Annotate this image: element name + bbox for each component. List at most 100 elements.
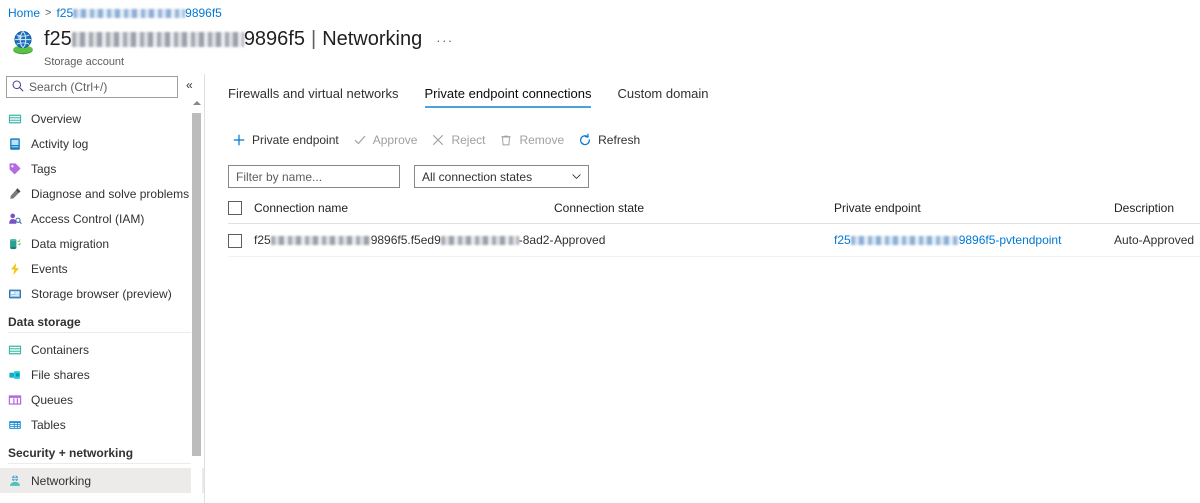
row-checkbox[interactable] <box>228 233 242 248</box>
table-header-row: Connection name Connection state Private… <box>228 200 1200 224</box>
private-endpoint-connections-table: Connection name Connection state Private… <box>228 200 1200 257</box>
scrollbar-thumb[interactable] <box>192 113 201 456</box>
select-all-header <box>228 200 254 224</box>
page-title-separator: | <box>310 28 317 50</box>
breadcrumb-current-resource[interactable]: f25 9896f5 <box>56 5 221 21</box>
sidebar-item-activity-log[interactable]: Activity log <box>0 131 205 156</box>
command-label: Approve <box>372 133 418 147</box>
breadcrumb-home-link[interactable]: Home <box>8 5 40 21</box>
sidebar-item-label: Tags <box>31 161 57 176</box>
sidebar-item-label: Networking <box>31 473 92 488</box>
sidebar-item-label: Access Control (IAM) <box>31 211 145 226</box>
select-all-checkbox[interactable] <box>228 200 242 215</box>
check-icon <box>354 135 366 145</box>
tab-firewalls-and-virtual-networks[interactable]: Firewalls and virtual networks <box>228 86 399 108</box>
sidebar-item-data-migration[interactable]: Data migration <box>0 231 205 256</box>
sidebar-item-containers[interactable]: Containers <box>0 337 205 362</box>
private-endpoint-prefix: f25 <box>834 233 851 248</box>
more-options-button[interactable]: ··· <box>436 33 454 48</box>
sidebar-item-label: Diagnose and solve problems <box>31 186 190 201</box>
column-header-description[interactable]: Description <box>1114 200 1200 224</box>
table-row[interactable]: f25 9896f5.f5ed9 -8ad2-387... Approved f25… <box>228 223 1200 257</box>
page-title-section: Networking <box>322 28 423 50</box>
command-label: Reject <box>451 133 486 147</box>
access-control-icon <box>9 213 22 224</box>
sidebar-item-storage-browser[interactable]: Storage browser (preview) <box>0 281 205 306</box>
events-icon <box>10 262 20 275</box>
sidebar-item-diagnose-and-solve-problems[interactable]: Diagnose and solve problems <box>0 181 205 206</box>
page-title: f25 9896f5 | Networking <box>44 26 422 52</box>
breadcrumb-redacted-segment <box>73 8 186 18</box>
sidebar-scrollbar[interactable] <box>191 96 202 503</box>
storage-account-icon <box>13 30 33 55</box>
private-endpoint-suffix: 9896f5-pvtendpoint <box>958 233 1062 248</box>
sidebar-item-queues[interactable]: Queues <box>0 387 205 412</box>
scroll-up-arrow-icon[interactable] <box>191 96 202 109</box>
cell-connection-state: Approved <box>554 223 834 257</box>
diagnose-icon <box>10 187 21 199</box>
activity-log-icon <box>10 137 20 150</box>
page-title-redacted-segment <box>71 31 244 47</box>
filter-by-name-input[interactable] <box>228 165 400 188</box>
page-title-prefix: f25 <box>44 28 72 50</box>
breadcrumb-resource-suffix: 9896f5 <box>185 6 222 20</box>
connection-name-redacted-segment-1 <box>270 235 371 245</box>
filter-bar: All connection states <box>220 165 1200 188</box>
sidebar-section-divider <box>8 463 191 464</box>
queues-icon <box>8 394 22 405</box>
overview-icon <box>8 114 22 123</box>
data-migration-icon <box>10 238 21 249</box>
refresh-button[interactable]: Refresh <box>574 130 650 150</box>
tab-private-endpoint-connections[interactable]: Private endpoint connections <box>424 86 591 108</box>
sidebar-item-access-control-iam[interactable]: Access Control (IAM) <box>0 206 205 231</box>
sidebar-item-networking[interactable]: Networking <box>0 468 205 493</box>
connection-state-filter[interactable]: All connection states <box>414 165 589 188</box>
sidebar-item-label: Queues <box>31 392 74 407</box>
row-select-cell <box>228 223 254 257</box>
approve-button: Approve <box>349 130 428 150</box>
breadcrumb-resource-prefix: f25 <box>56 6 74 20</box>
tables-icon <box>9 420 21 429</box>
private-endpoint-link[interactable]: f25 9896f5-pvtendpoint <box>834 233 1061 247</box>
page-title-suffix: 9896f5 <box>243 28 305 50</box>
sidebar-item-label: Overview <box>31 111 82 126</box>
connection-state-selected-value: All connection states <box>422 169 533 184</box>
sidebar-section-divider <box>8 332 191 333</box>
sidebar-item-tags[interactable]: Tags <box>0 156 205 181</box>
sidebar-item-tables[interactable]: Tables <box>0 412 205 437</box>
sidebar-item-file-shares[interactable]: File shares <box>0 362 205 387</box>
sidebar-item-label: Activity log <box>31 136 89 151</box>
sidebar-section-title-data-storage: Data storage <box>8 315 81 329</box>
cell-private-endpoint: f25 9896f5-pvtendpoint <box>834 223 1114 257</box>
sidebar-item-label: Tables <box>31 417 66 432</box>
sidebar-item-label: Storage browser (preview) <box>31 286 172 301</box>
connection-name-mid: 9896f5.f5ed9 <box>370 233 441 248</box>
sidebar-section-title-security-networking: Security + networking <box>8 446 134 460</box>
cell-connection-name: f25 9896f5.f5ed9 -8ad2-387... <box>254 223 554 257</box>
tab-custom-domain[interactable]: Custom domain <box>617 86 708 108</box>
sidebar-nav-list: Overview Activity log Tags Diagnose and … <box>0 106 205 493</box>
command-label: Private endpoint <box>252 133 339 147</box>
sidebar-item-events[interactable]: Events <box>0 256 205 281</box>
refresh-icon <box>580 133 591 146</box>
private-endpoint-button[interactable]: Private endpoint <box>228 130 349 150</box>
command-label: Remove <box>519 133 565 147</box>
resource-menu-sidebar: Overview Activity log Tags <box>0 74 205 503</box>
sidebar-item-overview[interactable]: Overview <box>0 106 205 131</box>
connection-state-select[interactable]: All connection states <box>414 165 589 188</box>
column-header-connection-state[interactable]: Connection state <box>554 200 834 224</box>
remove-button: Remove <box>495 130 574 150</box>
sidebar-item-label: Data migration <box>31 236 110 251</box>
file-shares-icon <box>9 370 20 379</box>
breadcrumb: Home > f25 9896f5 <box>8 5 222 21</box>
column-header-private-endpoint[interactable]: Private endpoint <box>834 200 1114 224</box>
containers-icon <box>8 345 22 354</box>
breadcrumb-separator: > <box>45 7 52 19</box>
plus-icon <box>233 134 245 146</box>
collapse-sidebar-button[interactable]: « <box>186 79 193 91</box>
search-input[interactable] <box>6 76 178 98</box>
column-header-connection-name[interactable]: Connection name <box>254 200 554 224</box>
page-subtitle: Storage account <box>44 56 125 68</box>
tab-bar: Firewalls and virtual networks Private e… <box>220 82 1200 108</box>
reject-button: Reject <box>427 130 495 150</box>
